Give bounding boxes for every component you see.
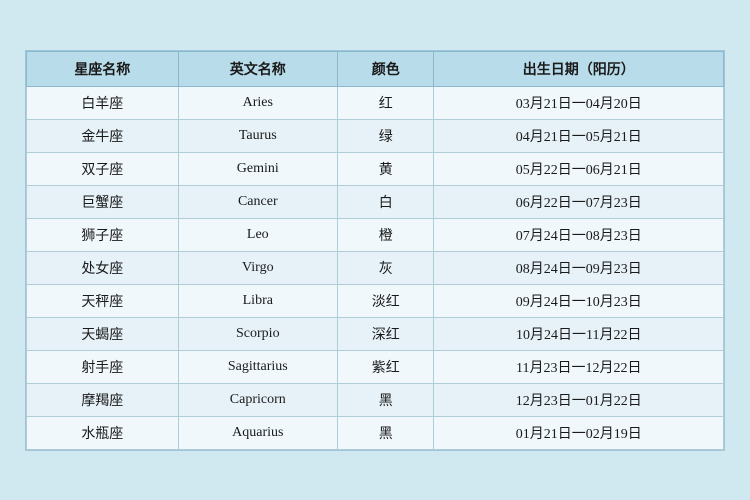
table-row: 双子座Gemini黄05月22日一06月21日	[27, 152, 724, 185]
cell-english-name: Libra	[178, 284, 337, 317]
cell-dates: 08月24日一09月23日	[434, 251, 724, 284]
col-header-english: 英文名称	[178, 51, 337, 86]
zodiac-table: 星座名称 英文名称 颜色 出生日期（阳历） 白羊座Aries红03月21日一04…	[26, 51, 724, 450]
cell-chinese-name: 水瓶座	[27, 416, 179, 449]
cell-english-name: Aquarius	[178, 416, 337, 449]
table-row: 金牛座Taurus绿04月21日一05月21日	[27, 119, 724, 152]
cell-english-name: Gemini	[178, 152, 337, 185]
cell-chinese-name: 射手座	[27, 350, 179, 383]
table-row: 摩羯座Capricorn黑12月23日一01月22日	[27, 383, 724, 416]
cell-dates: 04月21日一05月21日	[434, 119, 724, 152]
cell-english-name: Cancer	[178, 185, 337, 218]
table-row: 巨蟹座Cancer白06月22日一07月23日	[27, 185, 724, 218]
cell-dates: 05月22日一06月21日	[434, 152, 724, 185]
col-header-color: 颜色	[337, 51, 434, 86]
cell-color: 橙	[337, 218, 434, 251]
table-row: 白羊座Aries红03月21日一04月20日	[27, 86, 724, 119]
cell-chinese-name: 天蝎座	[27, 317, 179, 350]
cell-dates: 06月22日一07月23日	[434, 185, 724, 218]
table-row: 处女座Virgo灰08月24日一09月23日	[27, 251, 724, 284]
zodiac-table-container: 星座名称 英文名称 颜色 出生日期（阳历） 白羊座Aries红03月21日一04…	[25, 50, 725, 451]
cell-dates: 03月21日一04月20日	[434, 86, 724, 119]
cell-chinese-name: 狮子座	[27, 218, 179, 251]
cell-chinese-name: 双子座	[27, 152, 179, 185]
cell-color: 绿	[337, 119, 434, 152]
cell-color: 黄	[337, 152, 434, 185]
cell-dates: 12月23日一01月22日	[434, 383, 724, 416]
table-row: 天蝎座Scorpio深红10月24日一11月22日	[27, 317, 724, 350]
cell-color: 紫红	[337, 350, 434, 383]
cell-color: 灰	[337, 251, 434, 284]
cell-dates: 01月21日一02月19日	[434, 416, 724, 449]
col-header-dates: 出生日期（阳历）	[434, 51, 724, 86]
cell-english-name: Sagittarius	[178, 350, 337, 383]
table-row: 天秤座Libra淡红09月24日一10月23日	[27, 284, 724, 317]
cell-english-name: Capricorn	[178, 383, 337, 416]
cell-chinese-name: 摩羯座	[27, 383, 179, 416]
cell-color: 黑	[337, 416, 434, 449]
cell-chinese-name: 白羊座	[27, 86, 179, 119]
col-header-chinese: 星座名称	[27, 51, 179, 86]
cell-english-name: Leo	[178, 218, 337, 251]
cell-english-name: Aries	[178, 86, 337, 119]
cell-english-name: Taurus	[178, 119, 337, 152]
cell-english-name: Scorpio	[178, 317, 337, 350]
table-body: 白羊座Aries红03月21日一04月20日金牛座Taurus绿04月21日一0…	[27, 86, 724, 449]
cell-dates: 07月24日一08月23日	[434, 218, 724, 251]
cell-dates: 09月24日一10月23日	[434, 284, 724, 317]
cell-chinese-name: 天秤座	[27, 284, 179, 317]
cell-chinese-name: 巨蟹座	[27, 185, 179, 218]
cell-color: 黑	[337, 383, 434, 416]
table-header-row: 星座名称 英文名称 颜色 出生日期（阳历）	[27, 51, 724, 86]
table-row: 射手座Sagittarius紫红11月23日一12月22日	[27, 350, 724, 383]
cell-chinese-name: 处女座	[27, 251, 179, 284]
table-row: 狮子座Leo橙07月24日一08月23日	[27, 218, 724, 251]
table-row: 水瓶座Aquarius黑01月21日一02月19日	[27, 416, 724, 449]
cell-dates: 11月23日一12月22日	[434, 350, 724, 383]
cell-english-name: Virgo	[178, 251, 337, 284]
cell-chinese-name: 金牛座	[27, 119, 179, 152]
cell-color: 红	[337, 86, 434, 119]
cell-color: 深红	[337, 317, 434, 350]
cell-dates: 10月24日一11月22日	[434, 317, 724, 350]
cell-color: 淡红	[337, 284, 434, 317]
cell-color: 白	[337, 185, 434, 218]
